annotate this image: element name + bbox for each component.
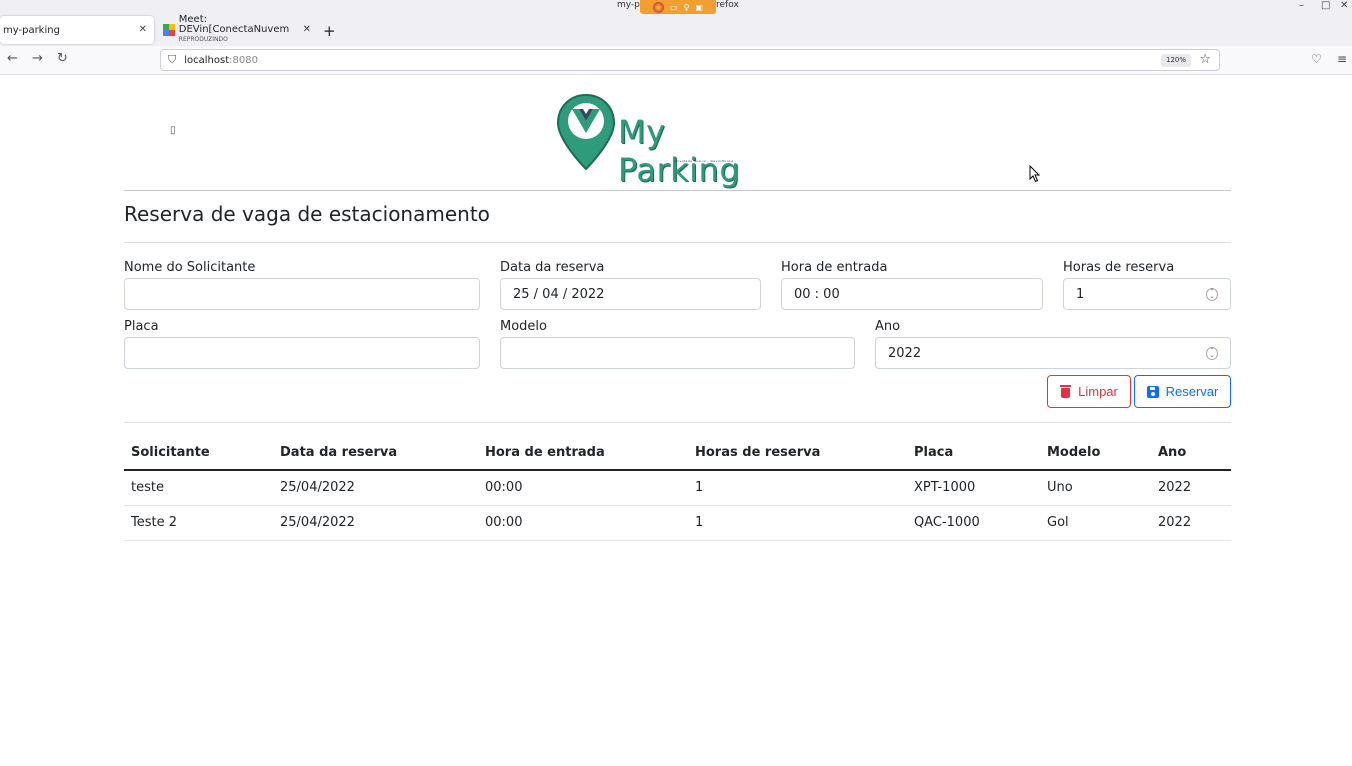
reserve-button-label: Reservar (1165, 384, 1219, 399)
data-label: Data da reserva (500, 260, 605, 275)
firefox-icon (653, 1, 664, 13)
placa-input[interactable] (124, 337, 480, 369)
horas-label: Horas de reserva (1063, 260, 1175, 275)
page-content: My Parking Atividade Vue.js - DevinHouse… (0, 75, 1352, 716)
page-title: Reserva de vaga de estacionamento (124, 202, 490, 226)
clear-button[interactable]: Limpar (1047, 375, 1131, 408)
camera-icon: ▭ (670, 2, 678, 12)
forward-icon[interactable]: → (32, 51, 43, 66)
tab-meet[interactable]: Meet: DEVin[ConectaNuvem REPRODUZINDO ✕ (158, 14, 318, 44)
meet-icon (163, 24, 175, 36)
column-header: Placa (907, 435, 1040, 471)
logo-subtext: Atividade Vue.js - DevinHouse (674, 159, 734, 163)
hora-label: Hora de entrada (781, 260, 888, 275)
reload-icon[interactable]: ↻ (57, 51, 68, 66)
close-window-icon[interactable]: ✕ (1340, 0, 1348, 11)
table-cell: 00:00 (478, 505, 688, 541)
table-cell: Gol (1040, 505, 1151, 541)
tab-strip: my-parking ✕ Meet: DEVin[ConectaNuvem RE… (0, 14, 1352, 46)
table-cell: Uno (1040, 470, 1151, 506)
header-divider (124, 190, 1231, 191)
share-screen-icon: ▣ (695, 2, 703, 12)
nome-input[interactable] (124, 278, 480, 310)
table-cell: 25/04/2022 (273, 505, 478, 541)
mouse-cursor-icon (1029, 165, 1041, 183)
table-cell: 1 (688, 505, 907, 541)
nome-label: Nome do Solicitante (124, 260, 256, 275)
number-spinner-icon[interactable]: ⌃ ⌄ (1206, 288, 1218, 301)
clear-button-label: Limpar (1078, 384, 1118, 399)
number-spinner-icon[interactable]: ⌃ ⌄ (1206, 347, 1218, 360)
tab-my-parking[interactable]: my-parking ✕ (0, 16, 154, 44)
close-tab-icon[interactable]: ✕ (303, 24, 311, 35)
bookmark-star-icon[interactable]: ☆ (1199, 52, 1211, 67)
table-cell: 1 (688, 470, 907, 506)
tab-label: my-parking (3, 24, 60, 36)
menu-icon[interactable]: ≡ (1337, 52, 1347, 66)
table-cell: 25/04/2022 (273, 470, 478, 506)
maximize-icon[interactable]: □ (1321, 0, 1330, 11)
column-header: Horas de reserva (688, 435, 907, 471)
column-header: Modelo (1040, 435, 1151, 471)
table-cell: 2022 (1151, 470, 1231, 506)
app-logo: My Parking Atividade Vue.js - DevinHouse (556, 93, 786, 189)
url-port: :8080 (229, 54, 258, 66)
trash-icon (1060, 385, 1072, 398)
modelo-input[interactable] (500, 337, 855, 369)
table-cell: QAC-1000 (907, 505, 1040, 541)
screen-share-indicator[interactable]: ▭ ♀ ▣ (640, 0, 716, 14)
save-icon (1146, 385, 1159, 398)
table-header-row: Solicitante Data da reserva Hora de entr… (124, 435, 1231, 471)
column-header: Ano (1151, 435, 1231, 471)
column-header: Data da reserva (273, 435, 478, 471)
window-titlebar: my-pa ▭ ♀ ▣ refox – □ ✕ (0, 0, 1352, 14)
column-header: Hora de entrada (478, 435, 688, 471)
title-divider (124, 242, 1231, 243)
close-tab-icon[interactable]: ✕ (139, 24, 147, 35)
window-title-suffix: refox (716, 0, 739, 10)
url-bar[interactable]: ⛉ ▯ localhost :8080 120% ☆ (160, 49, 1220, 136)
table-row: teste 25/04/2022 00:00 1 XPT-1000 Uno 20… (124, 470, 1231, 506)
horas-input[interactable]: 1 ⌃ ⌄ (1063, 278, 1231, 310)
microphone-icon: ♀ (683, 2, 690, 12)
table-cell: Teste 2 (124, 505, 273, 541)
hora-input[interactable]: 00 : 00 (781, 278, 1043, 310)
logo-text: My Parking (618, 113, 741, 189)
table-cell: 2022 (1151, 505, 1231, 541)
table-row: Teste 2 25/04/2022 00:00 1 QAC-1000 Gol … (124, 505, 1231, 541)
tab-sublabel: REPRODUZINDO (178, 36, 228, 43)
table-cell: teste (124, 470, 273, 506)
back-icon[interactable]: ← (7, 51, 18, 66)
placa-label: Placa (124, 319, 159, 334)
reserve-button[interactable]: Reservar (1134, 375, 1231, 408)
table-cell: 00:00 (478, 470, 688, 506)
form-divider (124, 422, 1231, 423)
zoom-level-badge[interactable]: 120% (1160, 54, 1191, 67)
pocket-icon[interactable]: ♡ (1311, 52, 1322, 66)
map-pin-logo-icon (556, 93, 616, 171)
navigation-bar: ← → ↻ ⛉ ▯ localhost :8080 120% ☆ ♡ ≡ (0, 46, 1352, 136)
reservations-table: Solicitante Data da reserva Hora de entr… (124, 435, 1231, 541)
url-host: localhost (184, 54, 230, 66)
ano-value: 2022 (888, 345, 922, 361)
table-cell: XPT-1000 (907, 470, 1040, 506)
new-tab-button[interactable]: + (323, 22, 336, 40)
tab-label: Meet: DEVin[ConectaNuvem (178, 14, 290, 35)
horas-value: 1 (1076, 286, 1085, 302)
data-input[interactable]: 25 / 04 / 2022 (500, 278, 761, 310)
ano-input[interactable]: 2022 ⌃ ⌄ (875, 337, 1231, 369)
ano-label: Ano (875, 319, 901, 334)
minimize-icon[interactable]: – (1299, 0, 1304, 11)
column-header: Solicitante (124, 435, 273, 471)
modelo-label: Modelo (500, 319, 547, 334)
shield-icon[interactable]: ⛉ (168, 53, 176, 67)
